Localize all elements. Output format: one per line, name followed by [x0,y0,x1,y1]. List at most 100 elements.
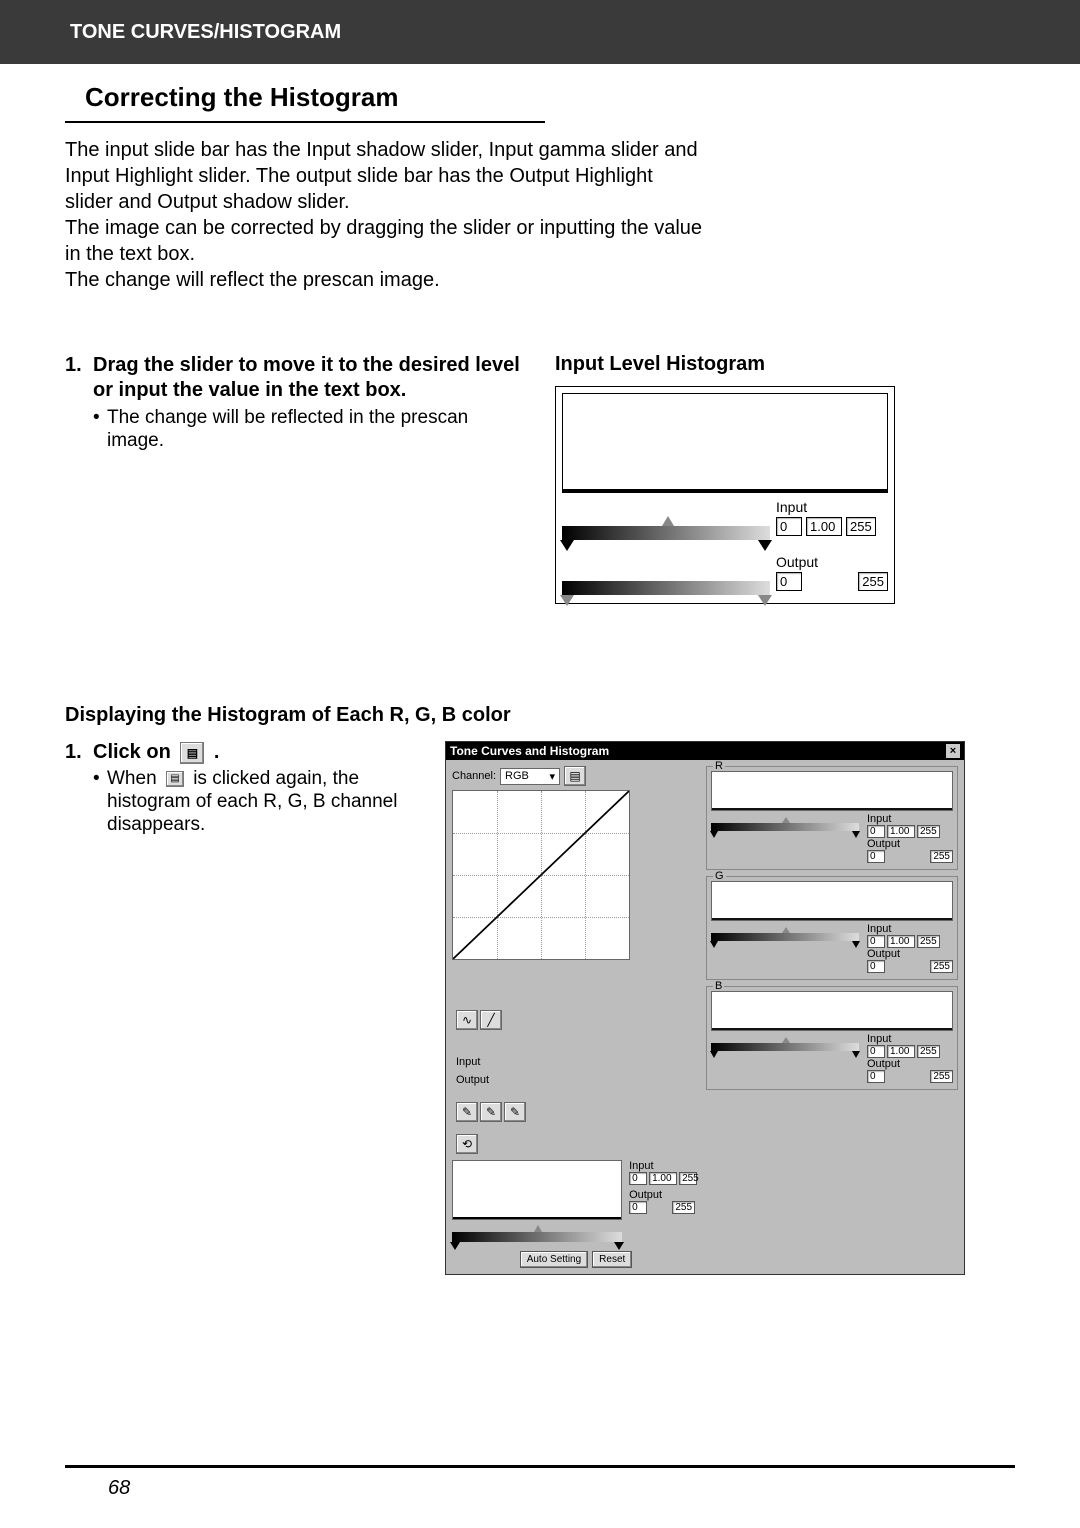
val[interactable]: 255 [917,825,940,838]
input-highlight-box[interactable]: 255 [846,517,876,536]
gamma-marker-icon[interactable] [782,927,790,933]
dialog-right: R Input [706,766,958,1268]
gamma-marker-icon[interactable] [662,516,674,526]
close-icon[interactable]: × [946,744,960,758]
rgb-output-vals: 0 255 [867,850,953,863]
val[interactable]: 255 [930,1070,953,1083]
shadow-marker-icon[interactable] [710,941,718,948]
mini-input-row: 0 1.00 255 [629,1172,695,1185]
step1-left: 1. Drag the slider to move it to the des… [65,353,525,604]
rgb-input-label: Input [867,923,953,935]
val[interactable]: 0 [867,825,885,838]
val[interactable]: 0 [867,850,885,863]
rgb-vals-row: Input 0 1.00 255 Output 0 255 [711,813,953,863]
highlight-marker-icon[interactable] [614,1242,624,1250]
shadow-marker-icon[interactable] [710,831,718,838]
chevron-down-icon: ▾ [550,770,556,783]
rgb-section-g: G Input [706,876,958,980]
shadow-marker-icon[interactable] [450,1242,460,1250]
intro-p1: The input slide bar has the Input shadow… [65,137,705,215]
baseline [712,808,952,810]
highlight-marker-icon[interactable] [758,540,772,551]
baseline [712,1028,952,1030]
mini-slider-row [452,1220,700,1245]
input-level-title: Input Level Histogram [555,353,1015,376]
mini-input-highlight[interactable]: 255 [679,1172,697,1185]
val[interactable]: 0 [867,935,885,948]
rgb-input-slider[interactable] [711,1043,859,1051]
val[interactable]: 1.00 [887,825,915,838]
rgb-histogram-icon[interactable]: ▤ [166,771,184,787]
auto-setting-button[interactable]: Auto Setting [520,1251,588,1268]
curve-output-label: Output [456,1074,526,1086]
mini-input-slider[interactable] [452,1232,622,1242]
mini-output-highlight[interactable]: 255 [672,1201,695,1214]
val[interactable]: 1.00 [887,1045,915,1058]
page-header: TONE CURVES/HISTOGRAM [0,0,1080,64]
step1-number: 1. [65,353,93,403]
highlight-marker-icon[interactable] [852,941,860,948]
reset-button[interactable]: Reset [592,1251,632,1268]
output-shadow-marker-icon[interactable] [560,595,574,606]
output-slider[interactable] [562,581,770,595]
input-shadow-box[interactable]: 0 [776,517,802,536]
tone-curves-dialog: Tone Curves and Histogram × Channel: RGB… [445,741,965,1275]
output-highlight-marker-icon[interactable] [758,595,772,606]
apply-icon[interactable]: ⟲ [456,1134,478,1154]
channel-label: Channel: [452,770,496,782]
rgb-hist [711,881,953,921]
page-number: 68 [108,1477,130,1500]
shadow-marker-icon[interactable] [710,1051,718,1058]
highlight-marker-icon[interactable] [852,1051,860,1058]
apply-tools: ⟲ [456,1134,526,1154]
mini-input-shadow[interactable]: 0 [629,1172,647,1185]
rgb-histogram-icon[interactable]: ▤ [564,766,586,786]
rgb-input-label: Input [867,813,953,825]
histogram-output-row: Output 0 255 [562,554,888,595]
tone-curve-box[interactable] [452,790,630,960]
step2-prefix: Click on [93,741,176,763]
mini-values: Input 0 1.00 255 Output 0 255 [629,1160,695,1214]
freehand-curve-icon[interactable]: ∿ [456,1010,478,1030]
rgb-input-vals: 0 1.00 255 [867,935,953,948]
mini-output-shadow[interactable]: 0 [629,1201,647,1214]
gamma-marker-icon[interactable] [782,817,790,823]
mini-baseline [453,1217,621,1219]
val[interactable]: 255 [917,935,940,948]
curve-input-label: Input [456,1056,526,1068]
val[interactable]: 255 [917,1045,940,1058]
smooth-curve-icon[interactable]: ╱ [480,1010,502,1030]
rgb-slider-col [711,1033,859,1051]
val[interactable]: 255 [930,960,953,973]
page-content: Correcting the Histogram The input slide… [0,64,1080,1275]
histogram-input-row: Input 0 1.00 255 [562,499,888,540]
output-highlight-box[interactable]: 255 [858,572,888,591]
rgb-hist [711,991,953,1031]
input-slider[interactable] [562,526,770,540]
val[interactable]: 1.00 [887,935,915,948]
rgb-input-slider[interactable] [711,823,859,831]
rgb-output-vals: 0 255 [867,1070,953,1083]
gray-eyedropper-icon[interactable]: ✎ [480,1102,502,1122]
val[interactable]: 0 [867,1070,885,1083]
mini-input-gamma[interactable]: 1.00 [649,1172,677,1185]
dialog-title-text: Tone Curves and Histogram [450,744,609,758]
channel-dropdown[interactable]: RGB ▾ [500,768,560,785]
shadow-marker-icon[interactable] [560,540,574,551]
mini-histogram-panel: Input 0 1.00 255 Output 0 255 [452,1160,700,1268]
rgb-input-slider[interactable] [711,933,859,941]
input-gamma-box[interactable]: 1.00 [806,517,842,536]
highlight-marker-icon[interactable] [852,831,860,838]
white-eyedropper-icon[interactable]: ✎ [504,1102,526,1122]
step2-row: 1. Click on ▤ . • When ▤ is clicked agai… [65,741,1015,1275]
black-eyedropper-icon[interactable]: ✎ [456,1102,478,1122]
gamma-marker-icon[interactable] [782,1037,790,1043]
rgb-output-label: Output [867,838,953,850]
rgb-input-vals: 0 1.00 255 [867,1045,953,1058]
gamma-marker-icon[interactable] [534,1225,542,1232]
val[interactable]: 0 [867,1045,885,1058]
rgb-histogram-icon[interactable]: ▤ [180,742,204,764]
val[interactable]: 0 [867,960,885,973]
val[interactable]: 255 [930,850,953,863]
output-shadow-box[interactable]: 0 [776,572,802,591]
